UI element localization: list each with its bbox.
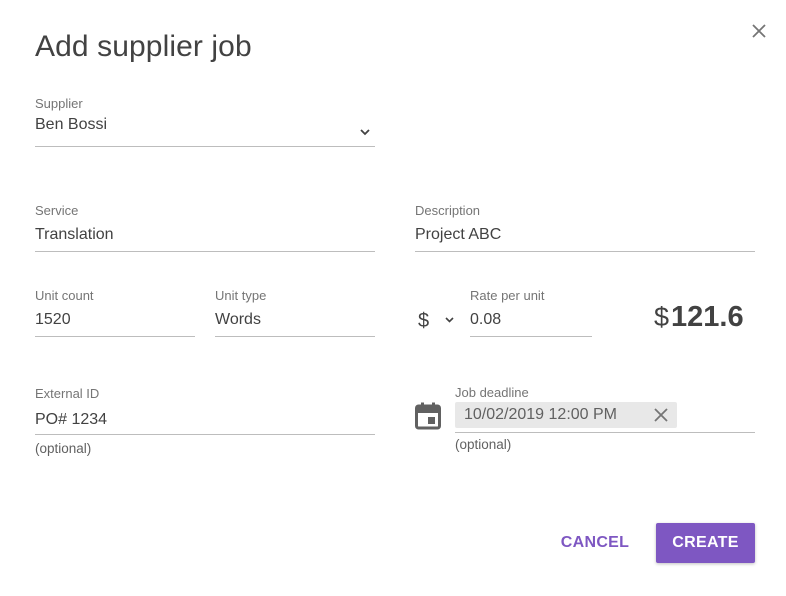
unit-type-label: Unit type bbox=[215, 288, 267, 303]
supplier-underline bbox=[35, 146, 375, 147]
add-supplier-job-dialog: Add supplier job Supplier Ben Bossi Serv… bbox=[0, 0, 786, 596]
external-id-underline bbox=[35, 434, 375, 435]
chevron-down-icon[interactable] bbox=[443, 313, 456, 326]
unit-type-underline bbox=[215, 336, 375, 337]
supplier-value: Ben Bossi bbox=[35, 116, 108, 133]
unit-count-value: 1520 bbox=[35, 311, 71, 328]
unit-type-value: Words bbox=[215, 311, 261, 328]
rate-per-unit-label: Rate per unit bbox=[470, 288, 545, 303]
job-deadline-underline bbox=[455, 432, 755, 433]
total-currency-symbol: $ bbox=[654, 302, 670, 332]
service-field[interactable]: Service Translation bbox=[35, 203, 375, 252]
job-deadline-value: 10/02/2019 12:00 PM bbox=[464, 406, 618, 423]
cancel-button[interactable]: CANCEL bbox=[552, 523, 638, 563]
external-id-value: PO# 1234 bbox=[35, 411, 108, 428]
supplier-select[interactable]: Supplier Ben Bossi bbox=[35, 96, 375, 147]
job-deadline-chip[interactable]: 10/02/2019 12:00 PM bbox=[455, 402, 677, 428]
service-underline bbox=[35, 251, 375, 252]
total-amount: $121.6 bbox=[654, 301, 744, 334]
description-underline bbox=[415, 251, 755, 252]
service-label: Service bbox=[35, 203, 79, 218]
chevron-down-icon bbox=[360, 129, 370, 136]
external-id-label: External ID bbox=[35, 386, 100, 401]
job-deadline-hint: (optional) bbox=[455, 437, 512, 452]
currency-select[interactable]: $ bbox=[418, 310, 429, 333]
rate-per-unit-field[interactable]: Rate per unit 0.08 bbox=[470, 288, 592, 337]
unit-count-field[interactable]: Unit count 1520 bbox=[35, 288, 195, 337]
unit-count-label: Unit count bbox=[35, 288, 94, 303]
clear-icon[interactable] bbox=[653, 407, 669, 423]
service-value: Translation bbox=[35, 226, 114, 243]
dialog-title: Add supplier job bbox=[35, 30, 252, 63]
calendar-icon[interactable] bbox=[415, 402, 441, 430]
create-button[interactable]: CREATE bbox=[656, 523, 755, 563]
rate-per-unit-value: 0.08 bbox=[470, 311, 502, 328]
job-deadline-label: Job deadline bbox=[455, 385, 529, 400]
rate-per-unit-underline bbox=[470, 336, 592, 337]
total-value: 121.6 bbox=[671, 301, 744, 333]
description-value: Project ABC bbox=[415, 226, 502, 243]
unit-count-underline bbox=[35, 336, 195, 337]
unit-type-field[interactable]: Unit type Words bbox=[215, 288, 375, 337]
external-id-hint: (optional) bbox=[35, 441, 92, 456]
description-field[interactable]: Description Project ABC bbox=[415, 203, 755, 252]
description-label: Description bbox=[415, 203, 481, 218]
supplier-label: Supplier bbox=[35, 96, 83, 111]
external-id-field[interactable]: External ID PO# 1234 bbox=[35, 386, 375, 435]
close-icon[interactable] bbox=[748, 20, 770, 42]
